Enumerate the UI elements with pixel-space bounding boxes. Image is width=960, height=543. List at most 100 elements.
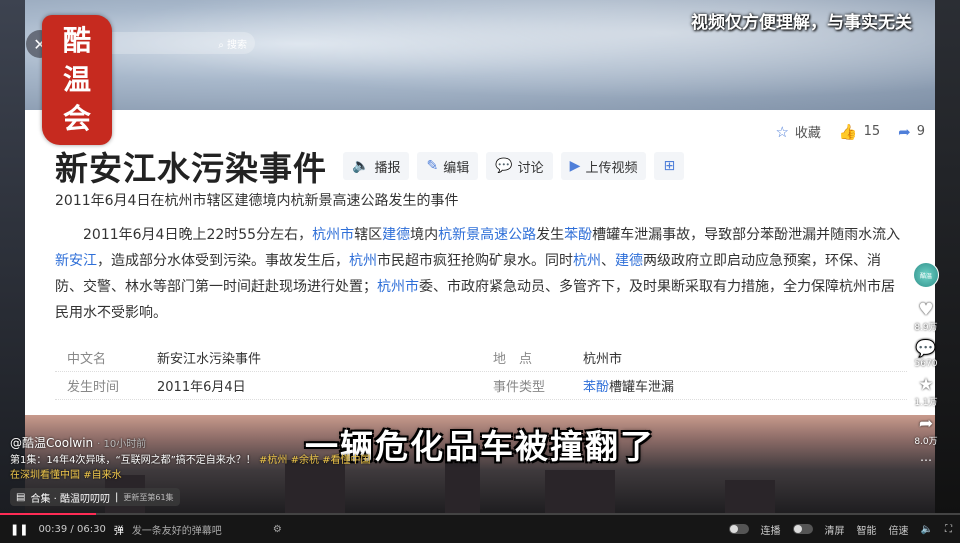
danmaku-input[interactable]: 发一条友好的弹幕吧 ⚙ xyxy=(132,520,282,538)
seal-char: 酷 xyxy=(62,23,91,57)
pencil-icon: ✎ xyxy=(426,158,439,174)
autoplay-toggle[interactable] xyxy=(728,524,749,534)
info-row: 中文名 新安江水污染事件 地 点 杭州市 xyxy=(55,344,907,372)
paragraph-text: 2011年6月4日晚上22时55分左右， xyxy=(83,227,313,243)
post-time: · 10小时前 xyxy=(97,439,147,450)
danmaku-placeholder: 发一条友好的弹幕吧 xyxy=(131,525,222,537)
plus-icon: ⊞ xyxy=(663,158,676,174)
favorite-button[interactable]: ★ 1.1万 xyxy=(914,375,937,408)
paragraph-link[interactable]: 杭州市 xyxy=(312,227,354,243)
seal-char: 温 xyxy=(62,62,91,96)
avatar[interactable]: 酷温 xyxy=(913,262,939,288)
paragraph-link[interactable]: 杭州市 xyxy=(377,279,419,295)
avatar-text: 酷温 xyxy=(919,272,932,280)
hashtag[interactable]: #看懂中国 xyxy=(322,455,370,466)
hashtag[interactable]: 在深圳看懂中国 xyxy=(10,470,80,481)
comment-button[interactable]: 💬 5670 xyxy=(915,339,938,369)
star-icon: ☆ xyxy=(775,122,789,141)
speed-button[interactable]: 倍速 xyxy=(889,522,909,537)
paragraph-link[interactable]: 建德 xyxy=(615,253,643,269)
seal-char: 会 xyxy=(62,102,91,136)
place-label: 地 点 xyxy=(493,352,533,367)
share-button[interactable]: ➦ 8.0万 xyxy=(914,414,937,447)
favorite-action[interactable]: ☆ 收藏 xyxy=(775,122,820,142)
paragraph-link[interactable]: 杭州 xyxy=(349,253,377,269)
author-line: @酷温Coolwin · 10小时前 xyxy=(10,434,146,451)
card-actions: ☆ 收藏 👍 15 ➦ 9 xyxy=(775,122,925,142)
time-value: 2011年6月4日 xyxy=(157,380,246,395)
hashtag[interactable]: #自来水 xyxy=(83,470,121,481)
paragraph-text: 市民超市疯狂抢购矿泉水。同时 xyxy=(377,253,573,269)
danmaku-toggle[interactable]: 弹 xyxy=(114,522,124,537)
controls-right: 连播 清屏 智能 倍速 🔈 ⛶ xyxy=(728,515,952,543)
edit-button[interactable]: ✎ 编辑 xyxy=(417,152,479,180)
volume-icon[interactable]: 🔈 xyxy=(921,524,933,535)
type-label: 事件类型 xyxy=(493,380,546,395)
paragraph-text: 辖区 xyxy=(354,227,383,243)
action-rail: 酷温 ♥ 8.9万 💬 5670 ★ 1.1万 ➦ 8.0万 ⋯ xyxy=(904,262,948,467)
hashtag[interactable]: #余杭 xyxy=(291,455,319,466)
building xyxy=(725,480,775,515)
divider: | xyxy=(115,491,119,503)
collection-label: 合集 · 酷温叨叨叨 xyxy=(30,493,110,505)
paragraph-link[interactable]: 新安江 xyxy=(55,253,97,269)
share-action[interactable]: ➦ 9 xyxy=(898,123,925,141)
type-value: 苯酚槽罐车泄漏 xyxy=(583,376,907,395)
page-subtitle: 2011年6月4日在杭州市辖区建德境内杭新景高速公路发生的事件 xyxy=(55,193,459,209)
pause-icon[interactable]: ❚❚ xyxy=(10,523,28,536)
paragraph-link[interactable]: 苯酚 xyxy=(564,227,592,243)
like-button[interactable]: ♥ 8.9万 xyxy=(914,300,937,333)
favorite-count: 1.1万 xyxy=(914,398,938,408)
add-button[interactable]: ⊞ xyxy=(654,152,685,180)
like-action[interactable]: 👍 15 xyxy=(839,123,880,141)
paragraph-text: 槽罐车泄漏事故，导致部分苯酚泄漏并随雨水流入 xyxy=(592,227,901,243)
author-name[interactable]: @酷温Coolwin xyxy=(10,436,93,450)
layers-icon: ▤ xyxy=(16,491,26,503)
post-description: 第1集：14年4次异味，“互联网之都”搞不定自来水？！ #杭州 #余杭 #看懂中… xyxy=(10,453,530,483)
play-label: 播报 xyxy=(374,160,401,176)
info-box: 中文名 新安江水污染事件 地 点 杭州市 发生时间 2011年6月4日 事件类型… xyxy=(55,344,907,400)
upload-video-button[interactable]: ▶ 上传视频 xyxy=(560,152,647,180)
paragraph-link[interactable]: 建德 xyxy=(382,227,410,243)
encyclopedia-card: ☆ 收藏 👍 15 ➦ 9 新安江水污染事件 🔈 播报 ✎ 编辑 💬 讨论 ▶ 上传视频… xyxy=(25,110,935,415)
playback-time: 00:39 / 06:30 xyxy=(38,523,106,535)
paragraph-text: 境内 xyxy=(410,227,439,243)
title-tools: 🔈 播报 ✎ 编辑 💬 讨论 ▶ 上传视频 ⊞ xyxy=(343,152,685,180)
collection-update: 更新至第61集 xyxy=(123,492,174,502)
paragraph-link[interactable]: 杭新景高速公路 xyxy=(438,227,536,243)
paragraph-text: ，造成部分水体受到污染。事故发生后， xyxy=(97,253,349,269)
upload-label: 上传视频 xyxy=(585,160,638,176)
type-link[interactable]: 苯酚 xyxy=(583,380,609,395)
more-icon[interactable]: ⋯ xyxy=(920,453,932,467)
share-icon: ➦ xyxy=(918,414,934,434)
clear-screen-toggle[interactable] xyxy=(792,524,813,534)
quality-button[interactable]: 智能 xyxy=(857,522,877,537)
paragraph-link[interactable]: 杭州 xyxy=(573,253,601,269)
name-label: 中文名 xyxy=(67,352,107,367)
channel-seal-logo: 酷 温 会 xyxy=(42,15,112,145)
play-button[interactable]: 🔈 播报 xyxy=(343,152,410,180)
player-controls: ❚❚ 00:39 / 06:30 弹 发一条友好的弹幕吧 ⚙ 连播 清屏 智能 … xyxy=(0,515,960,543)
name-value: 新安江水污染事件 xyxy=(157,352,262,367)
paragraph-text: 发生 xyxy=(536,227,565,243)
settings-icon[interactable]: ⚙ xyxy=(273,524,282,535)
discuss-label: 讨论 xyxy=(517,160,544,176)
disclaimer-text: 视频仅方便理解，与事实无关 xyxy=(691,13,912,33)
search-button[interactable]: ⌕ 搜索 xyxy=(218,36,247,51)
time-label: 发生时间 xyxy=(67,380,120,395)
info-row: 发生时间 2011年6月4日 事件类型 苯酚槽罐车泄漏 xyxy=(55,372,907,400)
share-icon: ➦ xyxy=(898,122,911,141)
building xyxy=(545,470,615,515)
paragraph-text: 、 xyxy=(601,253,615,269)
search-icon: ⌕ xyxy=(218,39,224,51)
collection-badge[interactable]: ▤ 合集 · 酷温叨叨叨 | 更新至第61集 xyxy=(10,488,180,506)
heart-icon: ♥ xyxy=(918,300,934,320)
search-label: 搜索 xyxy=(227,39,247,51)
fullscreen-icon[interactable]: ⛶ xyxy=(945,524,952,535)
discuss-button[interactable]: 💬 讨论 xyxy=(486,152,553,180)
thumbs-up-icon: 👍 xyxy=(838,122,858,141)
type-rest: 槽罐车泄漏 xyxy=(609,380,675,395)
share-count: 8.0万 xyxy=(914,437,938,447)
hashtag[interactable]: #杭州 xyxy=(259,455,287,466)
speaker-icon: 🔈 xyxy=(352,158,370,174)
